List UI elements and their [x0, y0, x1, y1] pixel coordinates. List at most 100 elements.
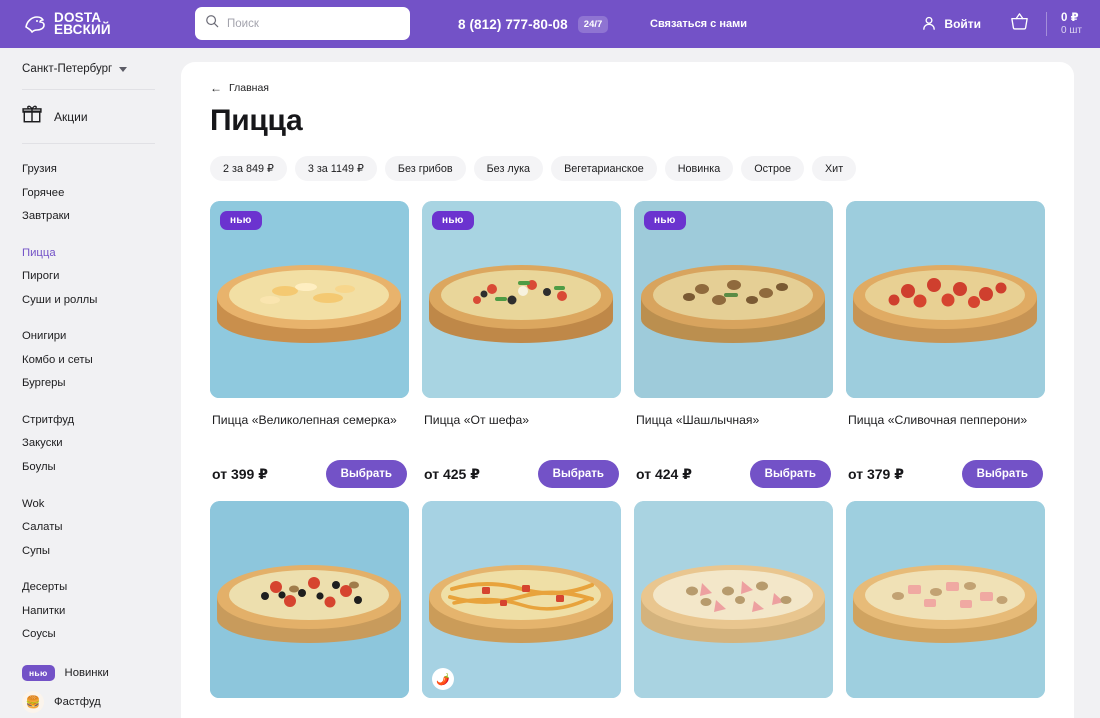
fastfood-label: Фастфуд — [54, 696, 101, 708]
sidebar-item-zavtraki[interactable]: Завтраки — [0, 205, 181, 229]
product-title: Пицца «Великолепная семерка» — [212, 412, 403, 446]
sidebar-item-pizza[interactable]: Пицца — [0, 242, 181, 266]
sidebar-item-streetfood[interactable]: Стритфуд — [0, 409, 181, 433]
sidebar-item-promotions[interactable]: Акции — [22, 104, 181, 129]
user-icon — [921, 15, 937, 34]
product-card[interactable]: 🌶️ Выбрать — [422, 501, 621, 718]
pizza-illustration — [422, 201, 621, 398]
search-input[interactable] — [227, 18, 400, 30]
chip-vegetarian[interactable]: Вегетарианское — [551, 156, 657, 181]
product-image[interactable] — [846, 201, 1045, 398]
filter-chips: 2 за 849 ₽ 3 за 1149 ₽ Без грибов Без лу… — [210, 156, 1074, 181]
product-image[interactable]: нью — [422, 201, 621, 398]
product-footer: от 399 ₽ Выбрать — [212, 460, 407, 488]
product-title: Пицца «Сливочная пепперони» — [848, 412, 1039, 446]
pizza-illustration — [210, 501, 409, 698]
pizza-illustration — [210, 201, 409, 398]
product-card[interactable]: Выбрать — [210, 501, 409, 718]
sidebar-item-sauces[interactable]: Соусы — [0, 623, 181, 647]
product-card[interactable]: Пицца «Сливочная пепперони» от 379 ₽ Выб… — [846, 201, 1045, 488]
product-image[interactable]: нью — [210, 201, 409, 398]
gift-icon — [22, 104, 42, 129]
sidebar-item-onigiri[interactable]: Онигири — [0, 325, 181, 349]
pizza-illustration — [422, 501, 621, 698]
city-label: Санкт-Петербург — [22, 63, 112, 75]
sidebar-item-desserts[interactable]: Десерты — [0, 576, 181, 600]
city-selector[interactable]: Санкт-Петербург — [22, 63, 181, 75]
sidebar-item-bowls[interactable]: Боулы — [0, 456, 181, 480]
product-title — [424, 712, 615, 718]
sidebar-item-combo-sets[interactable]: Комбо и сеты — [0, 349, 181, 373]
nav-group: Десерты Напитки Соусы — [0, 576, 181, 647]
product-footer: от 379 ₽ Выбрать — [848, 460, 1043, 488]
chip-3-for-1149[interactable]: 3 за 1149 ₽ — [295, 156, 377, 181]
cart-summary[interactable]: 0 ₽ 0 шт — [1061, 11, 1082, 38]
cart-item-count: 0 шт — [1061, 25, 1082, 38]
product-title — [636, 712, 827, 718]
chip-2-for-849[interactable]: 2 за 849 ₽ — [210, 156, 287, 181]
sidebar-item-novinki[interactable]: нью Новинки — [0, 660, 181, 686]
chip-no-mushrooms[interactable]: Без грибов — [385, 156, 466, 181]
product-price: от 425 ₽ — [424, 466, 480, 483]
product-price: от 379 ₽ — [848, 466, 904, 483]
nav-group: Грузия Горячее Завтраки — [0, 158, 181, 229]
product-image[interactable] — [634, 501, 833, 698]
product-image[interactable] — [210, 501, 409, 698]
cart-divider — [1046, 12, 1047, 36]
burger-icon: 🍔 — [22, 691, 44, 713]
sidebar-tags: нью Новинки 🍔 Фастфуд 🥢 Паназия — [0, 660, 181, 718]
sidebar-item-sushi-rolls[interactable]: Суши и роллы — [0, 289, 181, 313]
sidebar: Санкт-Петербург Акции Грузия Горячее Зав… — [0, 48, 181, 718]
header-actions: Войти 0 ₽ 0 шт — [921, 0, 1082, 48]
basket-icon — [1009, 11, 1030, 37]
spicy-chili-icon: 🌶️ — [432, 668, 454, 690]
sidebar-item-pirogi[interactable]: Пироги — [0, 265, 181, 289]
search-box[interactable] — [195, 7, 410, 40]
product-card[interactable]: Выбрать — [846, 501, 1045, 718]
sidebar-item-goryachee[interactable]: Горячее — [0, 182, 181, 206]
sidebar-divider-bottom — [22, 143, 155, 144]
sidebar-item-salads[interactable]: Салаты — [0, 516, 181, 540]
sidebar-item-wok[interactable]: Wok — [0, 493, 181, 517]
new-badge: нью — [644, 211, 686, 230]
sidebar-divider-top — [22, 89, 155, 90]
pizza-illustration — [634, 201, 833, 398]
choose-button[interactable]: Выбрать — [962, 460, 1043, 488]
sidebar-item-burgers[interactable]: Бургеры — [0, 372, 181, 396]
chip-hit[interactable]: Хит — [812, 156, 856, 181]
sidebar-item-drinks[interactable]: Напитки — [0, 600, 181, 624]
phone-number[interactable]: 8 (812) 777-80-08 — [458, 17, 568, 32]
product-card[interactable]: нью Пицца «Шашлычная» от 424 ₽ Выбрать — [634, 201, 833, 488]
product-card[interactable]: Выбрать — [634, 501, 833, 718]
chip-no-onion[interactable]: Без лука — [474, 156, 543, 181]
nav-group: Онигири Комбо и сеты Бургеры — [0, 325, 181, 396]
logo-wordmark: DOSTA ЕВСКИЙ — [54, 12, 111, 36]
product-grid: нью Пицца «Великолепная семерка» от 399 … — [210, 201, 1074, 718]
product-title — [848, 712, 1039, 718]
cart-total-sum: 0 ₽ — [1061, 11, 1082, 25]
sidebar-item-fastfood[interactable]: 🍔 Фастфуд — [0, 686, 181, 718]
cart-button[interactable] — [1009, 11, 1030, 37]
choose-button[interactable]: Выбрать — [750, 460, 831, 488]
choose-button[interactable]: Выбрать — [538, 460, 619, 488]
product-card[interactable]: нью Пицца «Великолепная семерка» от 399 … — [210, 201, 409, 488]
product-image[interactable] — [846, 501, 1045, 698]
search-icon — [205, 14, 219, 33]
site-logo[interactable]: DOSTA ЕВСКИЙ — [22, 11, 152, 37]
product-card[interactable]: нью Пицца «От шефа» от 425 ₽ Выбрать — [422, 201, 621, 488]
contact-us-link[interactable]: Связаться с нами — [650, 0, 747, 48]
product-image[interactable]: нью — [634, 201, 833, 398]
breadcrumb-label: Главная — [229, 82, 269, 94]
sidebar-item-zakuski[interactable]: Закуски — [0, 432, 181, 456]
chip-spicy[interactable]: Острое — [741, 156, 804, 181]
choose-button[interactable]: Выбрать — [326, 460, 407, 488]
breadcrumb[interactable]: ← Главная — [210, 82, 1074, 94]
product-image[interactable]: 🌶️ — [422, 501, 621, 698]
new-pill-icon: нью — [22, 665, 55, 681]
sidebar-item-soups[interactable]: Супы — [0, 540, 181, 564]
nav-group: Wok Салаты Супы — [0, 493, 181, 564]
login-button[interactable]: Войти — [921, 15, 981, 34]
sidebar-item-gruziya[interactable]: Грузия — [0, 158, 181, 182]
chip-new[interactable]: Новинка — [665, 156, 734, 181]
novinki-label: Новинки — [65, 667, 109, 679]
